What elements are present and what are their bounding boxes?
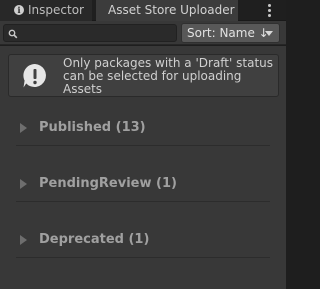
divider <box>16 145 270 146</box>
content-area: Only packages with a 'Draft' status can … <box>0 46 286 289</box>
info-icon: i <box>14 5 24 15</box>
tab-asset-store-uploader[interactable]: Asset Store Uploader <box>96 0 238 21</box>
foldout-arrow-icon[interactable] <box>20 123 27 133</box>
section-deprecated-label: Deprecated (1) <box>39 232 150 247</box>
section-published-label: Published (13) <box>39 120 146 135</box>
divider <box>16 257 270 258</box>
tab-bar: i Inspector Asset Store Uploader <box>0 0 286 21</box>
search-input[interactable] <box>3 24 177 42</box>
toolbar: Sort: Name ↓ <box>0 21 286 45</box>
help-box: Only packages with a 'Draft' status can … <box>8 54 279 97</box>
help-message: Only packages with a 'Draft' status can … <box>63 56 273 96</box>
section-pending-review[interactable]: PendingReview (1) <box>0 166 286 202</box>
tab-asset-store-uploader-label: Asset Store Uploader <box>108 3 235 17</box>
sort-label: Sort: Name ↓ <box>187 26 269 40</box>
foldout-arrow-icon[interactable] <box>20 235 27 245</box>
tab-inspector-label: Inspector <box>28 3 84 17</box>
section-pending-review-label: PendingReview (1) <box>39 176 177 191</box>
section-deprecated[interactable]: Deprecated (1) <box>0 222 286 258</box>
warning-icon <box>23 63 46 88</box>
tab-inspector[interactable]: i Inspector <box>0 0 92 21</box>
foldout-arrow-icon[interactable] <box>20 179 27 189</box>
section-published[interactable]: Published (13) <box>0 110 286 146</box>
kebab-menu-icon[interactable] <box>262 3 276 18</box>
search-icon <box>8 29 18 39</box>
chevron-down-icon <box>265 31 273 36</box>
divider <box>16 201 270 202</box>
sort-dropdown[interactable]: Sort: Name ↓ <box>181 23 280 43</box>
